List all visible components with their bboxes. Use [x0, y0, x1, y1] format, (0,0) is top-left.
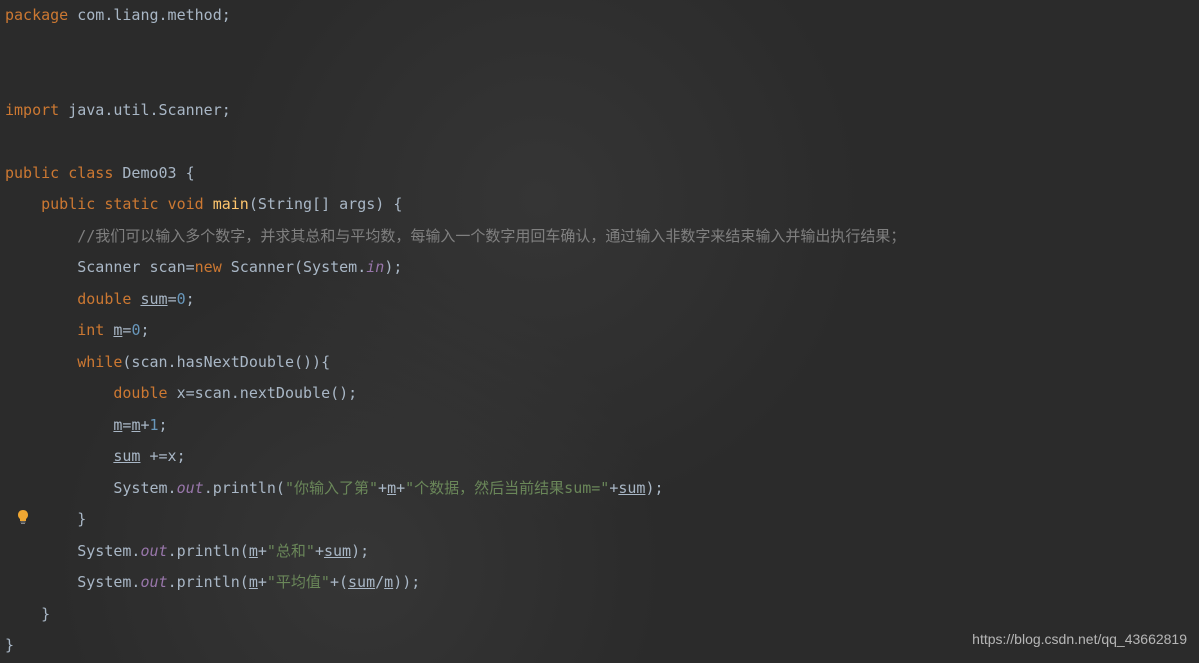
- println: .println(: [168, 542, 249, 560]
- semicolon: ;: [222, 6, 231, 24]
- close: );: [384, 258, 402, 276]
- keyword-static: static: [104, 195, 158, 213]
- keyword-while: while: [77, 353, 122, 371]
- keyword-int: int: [77, 321, 104, 339]
- string-lit: "总和": [267, 542, 315, 560]
- field-out: out: [140, 573, 167, 591]
- keyword-public: public: [41, 195, 95, 213]
- keyword-double: double: [77, 290, 131, 308]
- code-editor[interactable]: package com.liang.method; import java.ut…: [0, 0, 1199, 662]
- scanner-ctor: Scanner(System.: [222, 258, 367, 276]
- close-brace: }: [41, 605, 50, 623]
- keyword-import: import: [5, 101, 59, 119]
- keyword-package: package: [5, 6, 68, 24]
- var-m: m: [249, 573, 258, 591]
- close: );: [645, 479, 663, 497]
- keyword-public: public: [5, 164, 59, 182]
- field-out: out: [177, 479, 204, 497]
- semicolon: ;: [159, 416, 168, 434]
- class-name: Demo03: [122, 164, 176, 182]
- system: System.: [113, 479, 176, 497]
- var-m: m: [249, 542, 258, 560]
- keyword-new: new: [195, 258, 222, 276]
- num-zero: 0: [177, 290, 186, 308]
- field-in: in: [366, 258, 384, 276]
- close-brace: }: [5, 636, 14, 654]
- x-decl: x=scan.nextDouble();: [168, 384, 358, 402]
- plus-open: +(: [330, 573, 348, 591]
- close: );: [351, 542, 369, 560]
- comment-line: //我们可以输入多个数字，并求其总和与平均数，每输入一个数字用回车确认，通过输入…: [77, 227, 905, 245]
- keyword-void: void: [168, 195, 204, 213]
- eq: =: [168, 290, 177, 308]
- while-cond: (scan.hasNextDouble()){: [122, 353, 330, 371]
- num-one: 1: [150, 416, 159, 434]
- string-lit: "个数据，然后当前结果sum=": [405, 479, 609, 497]
- close-brace: }: [77, 510, 86, 528]
- method-main: main: [213, 195, 249, 213]
- plus: +: [258, 542, 267, 560]
- println: .println(: [204, 479, 285, 497]
- plus: +: [396, 479, 405, 497]
- var-sum: sum: [324, 542, 351, 560]
- keyword-double: double: [113, 384, 167, 402]
- var-m: m: [387, 479, 396, 497]
- semicolon: ;: [140, 321, 149, 339]
- scanner-decl: Scanner scan=: [77, 258, 194, 276]
- import-name: java.util.Scanner: [59, 101, 222, 119]
- close: ));: [393, 573, 420, 591]
- package-name: com.liang.method: [68, 6, 222, 24]
- system: System.: [77, 573, 140, 591]
- semicolon: ;: [186, 290, 195, 308]
- plus: +: [258, 573, 267, 591]
- code-content: package com.liang.method; import java.ut…: [5, 0, 1199, 662]
- var-sum: sum: [140, 290, 167, 308]
- string-lit: "你输入了第": [285, 479, 378, 497]
- println: .println(: [168, 573, 249, 591]
- plus: +: [315, 542, 324, 560]
- var-sum: sum: [618, 479, 645, 497]
- plus: +: [609, 479, 618, 497]
- plus: +: [140, 416, 149, 434]
- system: System.: [77, 542, 140, 560]
- lightbulb-icon[interactable]: [15, 505, 31, 521]
- var-sum: sum: [348, 573, 375, 591]
- var-m: m: [384, 573, 393, 591]
- plus: +: [378, 479, 387, 497]
- string-lit: "平均值": [267, 573, 330, 591]
- var-sum: sum: [113, 447, 140, 465]
- main-params: (String[] args) {: [249, 195, 403, 213]
- watermark-text: https://blog.csdn.net/qq_43662819: [972, 624, 1187, 656]
- keyword-class: class: [68, 164, 113, 182]
- sum-plus-eq: +=x;: [140, 447, 185, 465]
- slash: /: [375, 573, 384, 591]
- field-out: out: [140, 542, 167, 560]
- semicolon: ;: [222, 101, 231, 119]
